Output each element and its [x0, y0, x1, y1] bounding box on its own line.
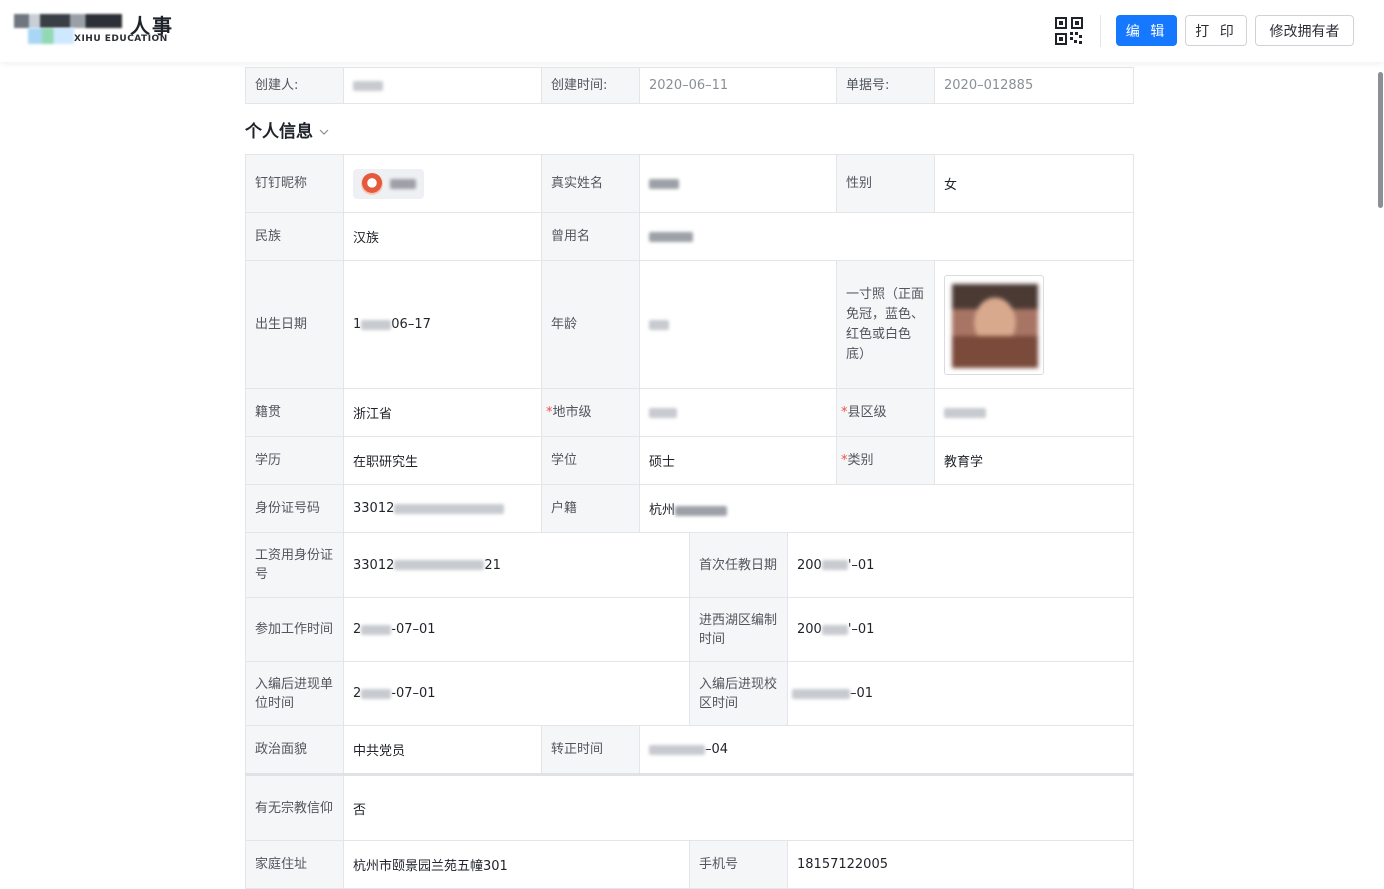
table-row: 出生日期 1 06–17 年龄 一寸照（正面免冠，蓝色、红色或白色底） — [245, 260, 1135, 389]
city-label: *地市级 — [541, 388, 640, 437]
degree-label: 学位 — [541, 436, 640, 485]
religion-label: 有无宗教信仰 — [245, 773, 344, 841]
logo-mark-blurred — [14, 14, 122, 28]
created-time-value: 2020–06–11 — [639, 67, 837, 104]
table-row: 身份证号码 33012 户籍 杭州 — [245, 484, 1135, 533]
logo: 人事 XIHU EDUCATION — [14, 14, 174, 46]
table-row: 政治面貌 中共党员 转正时间 –04 — [245, 725, 1135, 775]
campus-time-value: –01 — [786, 661, 1135, 726]
regular-label: 转正时间 — [541, 725, 640, 775]
edit-button[interactable]: 编 辑 — [1116, 15, 1177, 46]
meta-row: 创建人: 创建时间: 2020–06–11 单据号: 2020–012885 — [245, 67, 1134, 104]
category-value: 教育学 — [934, 436, 1135, 485]
logo-subtext: XIHU EDUCATION — [74, 34, 168, 44]
scrollbar[interactable] — [1376, 62, 1384, 865]
native-value: 浙江省 — [343, 388, 542, 437]
meta-table: 创建人: 创建时间: 2020–06–11 单据号: 2020–012885 — [245, 67, 1134, 104]
chevron-down-icon[interactable] — [318, 123, 330, 135]
photo-label: 一寸照（正面免冠，蓝色、红色或白色底） — [836, 260, 936, 389]
former-name-value — [638, 212, 1135, 261]
hukou-label: 户籍 — [541, 484, 640, 533]
table-row: 学历 在职研究生 学位 硕士 *类别 教育学 — [245, 436, 1135, 485]
unit-time-value: 2 -07–01 — [343, 661, 690, 726]
table-row: 参加工作时间 2 -07–01 进西湖区编制时间 200 '–01 — [245, 597, 1135, 662]
education-label: 学历 — [245, 436, 344, 485]
county-label: *县区级 — [836, 388, 936, 437]
campus-time-label: 入编后进现校区时间 — [689, 661, 788, 726]
photo-value[interactable] — [934, 260, 1135, 389]
dingtalk-nick-value[interactable] — [343, 154, 542, 213]
category-label: *类别 — [836, 436, 936, 485]
dingtalk-nick-label: 钉钉昵称 — [245, 154, 344, 213]
ethnicity-label: 民族 — [245, 212, 344, 261]
doc-no-value: 2020–012885 — [934, 67, 1134, 104]
education-value: 在职研究生 — [343, 436, 542, 485]
toolbar-divider — [1100, 15, 1101, 47]
first-teach-label: 首次任教日期 — [689, 532, 788, 598]
former-name-label: 曾用名 — [541, 212, 640, 261]
degree-value: 硕士 — [638, 436, 838, 485]
scrollbar-thumb[interactable] — [1378, 72, 1383, 208]
logo-mark-blurred-color — [28, 28, 74, 44]
qrcode-icon[interactable] — [1055, 17, 1083, 45]
id-label: 身份证号码 — [245, 484, 344, 533]
form-content: 创建人: 创建时间: 2020–06–11 单据号: 2020–012885 个… — [245, 62, 1135, 889]
gender-label: 性别 — [836, 154, 936, 213]
table-row: 籍贯 浙江省 *地市级 *县区级 — [245, 388, 1135, 437]
regular-value: –04 — [638, 725, 1135, 775]
change-owner-button[interactable]: 修改拥有者 — [1255, 15, 1354, 46]
city-value — [638, 388, 838, 437]
politics-value: 中共党员 — [343, 725, 542, 775]
avatar — [361, 172, 383, 195]
native-label: 籍贯 — [245, 388, 344, 437]
created-time-label: 创建时间: — [541, 67, 640, 104]
id-photo[interactable] — [944, 274, 1045, 375]
county-value — [934, 388, 1135, 437]
xihu-value: 200 '–01 — [786, 597, 1135, 662]
table-row: 入编后进现单位时间 2 -07–01 入编后进现校区时间 –01 — [245, 661, 1135, 726]
work-start-label: 参加工作时间 — [245, 597, 344, 662]
birth-label: 出生日期 — [245, 260, 344, 389]
user-chip[interactable] — [353, 168, 424, 199]
creator-value — [343, 67, 542, 104]
real-name-label: 真实姓名 — [541, 154, 640, 213]
table-row: 钉钉昵称 真实姓名 性别 女 — [245, 154, 1135, 213]
table-row: 工资用身份证号 33012 21 首次任教日期 200 '–01 — [245, 532, 1135, 598]
table-row: 民族 汉族 曾用名 — [245, 212, 1135, 261]
gender-value: 女 — [934, 154, 1135, 213]
real-name-value — [638, 154, 838, 213]
xihu-label: 进西湖区编制时间 — [689, 597, 788, 662]
birth-value: 1 06–17 — [343, 260, 542, 389]
doc-no-label: 单据号: — [836, 67, 935, 104]
first-teach-value: 200 '–01 — [786, 532, 1135, 598]
religion-value: 否 — [342, 773, 1135, 841]
salary-id-value: 33012 21 — [343, 532, 690, 598]
id-value: 33012 — [343, 484, 542, 533]
politics-label: 政治面貌 — [245, 725, 344, 775]
work-start-value: 2 -07–01 — [343, 597, 690, 662]
section-header-personal-info[interactable]: 个人信息 — [245, 104, 1133, 154]
print-button[interactable]: 打 印 — [1185, 15, 1247, 46]
section-title: 个人信息 — [245, 121, 313, 142]
unit-time-label: 入编后进现单位时间 — [245, 661, 344, 726]
top-bar: 人事 XIHU EDUCATION 编 辑 打 印 修改拥有者 — [0, 0, 1384, 62]
ethnicity-value: 汉族 — [343, 212, 542, 261]
age-label: 年龄 — [541, 260, 640, 389]
salary-id-label: 工资用身份证号 — [245, 532, 344, 598]
table-row: 有无宗教信仰 否 — [245, 773, 1135, 841]
age-value — [638, 260, 838, 389]
creator-label: 创建人: — [245, 67, 344, 104]
hukou-value: 杭州 — [638, 484, 1135, 533]
personal-info-table: 钉钉昵称 真实姓名 性别 女 民族 汉族 曾用名 出生日期 106–17 年龄 — [245, 154, 1135, 889]
